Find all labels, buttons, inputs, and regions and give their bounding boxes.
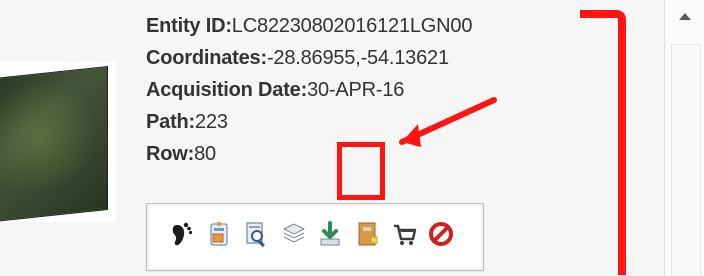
path-label: Path:: [146, 111, 196, 133]
scene-actions-toolbar: [146, 203, 484, 271]
download-icon: [320, 221, 340, 246]
scene-thumbnail[interactable]: [0, 62, 116, 222]
scroll-up-button[interactable]: [665, 0, 704, 34]
arrow-up-icon: [679, 12, 691, 20]
acquisition-date-row: Acquisition Date:30-APR-16: [146, 74, 472, 106]
browse-overlay-button[interactable]: [239, 217, 273, 251]
scene-thumbnail-image: [0, 66, 108, 222]
acquisition-date-value: 30-APR-16: [307, 79, 405, 101]
entity-id-value: LC82230802016121LGN00: [231, 15, 473, 37]
vertical-scrollbar[interactable]: [664, 0, 704, 276]
scene-metadata: Entity ID:LC82230802016121LGN00 Coordina…: [146, 10, 472, 170]
download-button[interactable]: [313, 217, 347, 251]
entity-id-row: Entity ID:LC82230802016121LGN00: [146, 10, 472, 42]
metadata-icon: [210, 222, 228, 246]
footprint-button[interactable]: [165, 217, 199, 251]
footprint-icon: [172, 222, 193, 246]
row-value: 80: [194, 143, 216, 165]
cart-icon: [394, 224, 417, 245]
compare-icon: [282, 223, 306, 243]
bulk-download-icon: [358, 222, 378, 246]
bulk-download-button[interactable]: [350, 217, 384, 251]
row-label: Row:: [146, 143, 195, 165]
coordinates-value: -28.86955,-54.13621: [266, 47, 449, 69]
path-value: 223: [195, 111, 228, 133]
coordinates-row: Coordinates:-28.86955,-54.13621: [146, 42, 472, 74]
exclude-icon: [429, 222, 453, 246]
compare-button[interactable]: [276, 217, 310, 251]
annotation-bracket: [580, 10, 626, 275]
scrollbar-thumb[interactable]: [671, 44, 701, 276]
acquisition-date-label: Acquisition Date:: [146, 79, 308, 101]
scene-result-panel: Entity ID:LC82230802016121LGN00 Coordina…: [0, 0, 704, 276]
coordinates-label: Coordinates:: [146, 47, 267, 69]
exclude-button[interactable]: [424, 217, 458, 251]
cart-button[interactable]: [387, 217, 421, 251]
highlight-box-annotation: [337, 142, 385, 200]
metadata-button[interactable]: [202, 217, 236, 251]
entity-id-label: Entity ID:: [146, 15, 232, 37]
browse-overlay-icon: [246, 222, 265, 248]
path-row: Path:223: [146, 106, 472, 138]
row-row: Row:80: [146, 138, 472, 170]
